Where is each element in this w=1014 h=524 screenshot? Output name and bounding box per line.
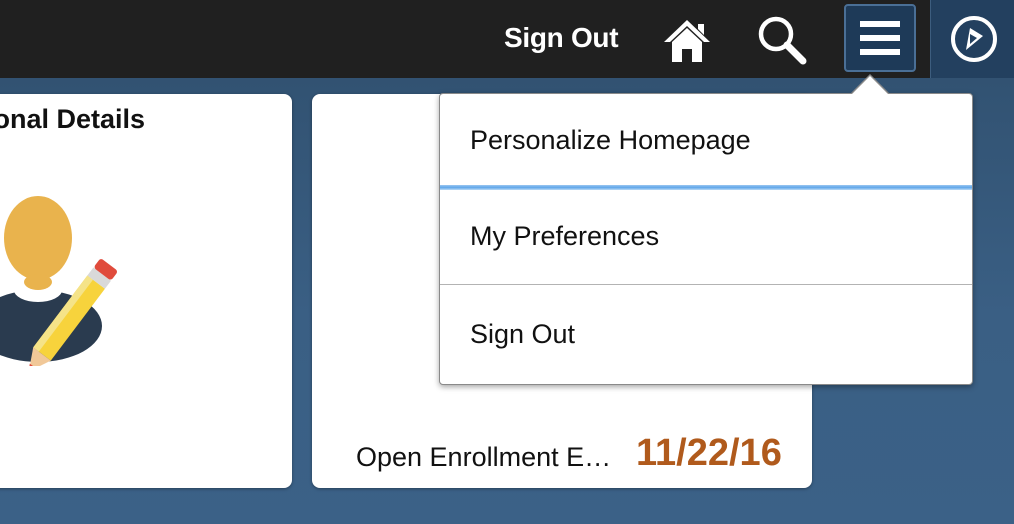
top-banner: Sign Out: [0, 0, 1014, 78]
actions-menu-dropdown: Personalize Homepage My Preferences Sign…: [439, 93, 973, 385]
home-button[interactable]: [660, 14, 714, 68]
person-edit-icon: [0, 196, 117, 366]
open-enrollment-date: 11/22/16: [636, 432, 782, 474]
sign-out-link[interactable]: Sign Out: [504, 20, 619, 56]
menu-item-personalize-homepage[interactable]: Personalize Homepage: [440, 94, 972, 186]
hamburger-menu-icon: [860, 21, 900, 55]
menu-item-my-preferences[interactable]: My Preferences: [440, 190, 972, 282]
actions-menu-button[interactable]: [844, 4, 916, 72]
menu-item-sign-out[interactable]: Sign Out: [440, 284, 972, 384]
home-icon: [664, 20, 710, 62]
open-enrollment-label: Open Enrollment E…: [356, 442, 612, 472]
compass-icon: [951, 16, 997, 62]
menu-caret: [852, 76, 888, 94]
navbar-button[interactable]: [930, 0, 1014, 78]
tile-title: rsonal Details: [0, 104, 146, 134]
search-icon: [758, 16, 807, 65]
personal-details-tile[interactable]: rsonal Details: [0, 94, 292, 488]
search-button[interactable]: [754, 12, 810, 68]
